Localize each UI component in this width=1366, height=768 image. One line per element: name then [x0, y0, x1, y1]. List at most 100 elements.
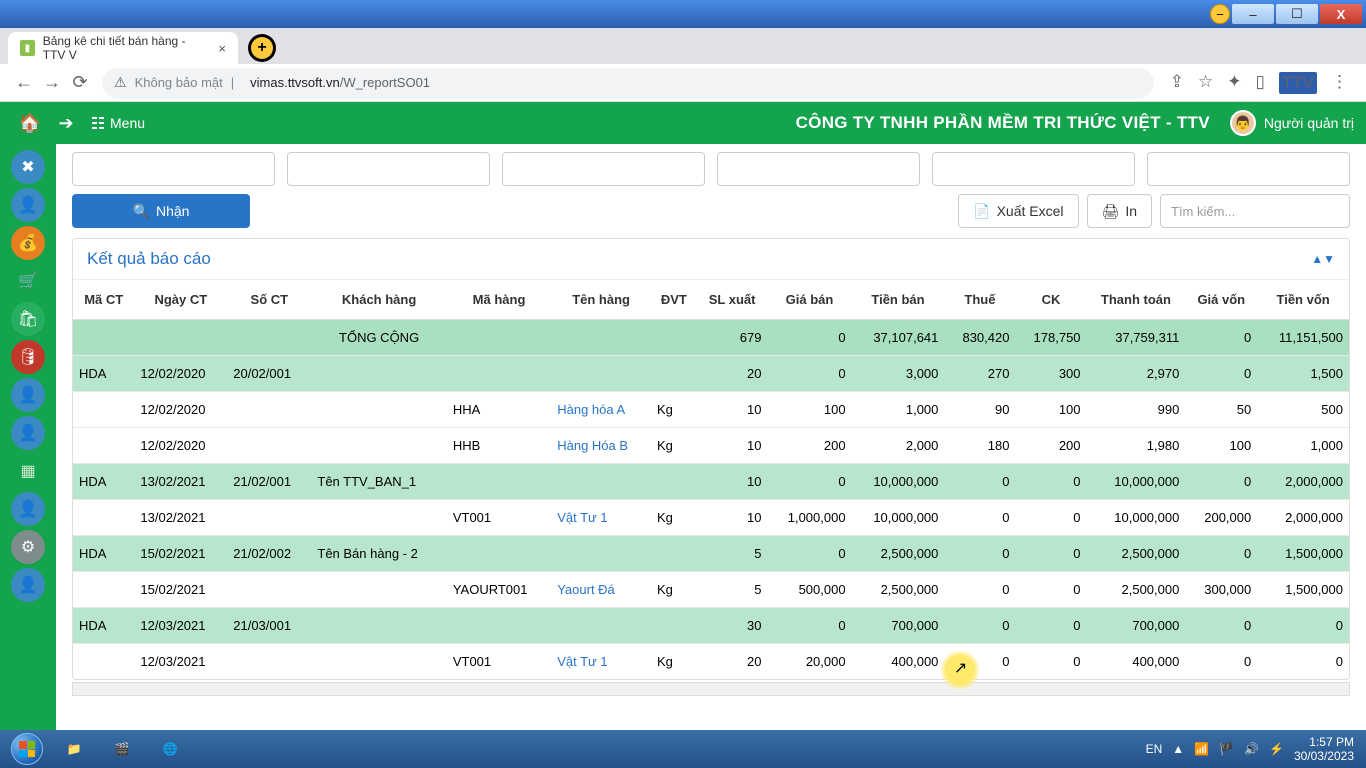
- sidebar-tools-icon[interactable]: ✖: [11, 150, 45, 184]
- home-icon[interactable]: 🏠: [12, 105, 48, 141]
- table-cell: Kg: [651, 428, 697, 464]
- sidebar-person-4-icon[interactable]: 👤: [11, 568, 45, 602]
- col-header[interactable]: Mã CT: [73, 280, 134, 320]
- filter-box-1[interactable]: [72, 152, 275, 186]
- nav-back-button[interactable]: ←: [10, 69, 38, 97]
- table-cell: [447, 464, 551, 500]
- filter-box-5[interactable]: [932, 152, 1135, 186]
- table-cell: 1,980: [1087, 428, 1186, 464]
- sidebar-money-icon[interactable]: 💰: [11, 226, 45, 260]
- item-link[interactable]: Vật Tư 1: [551, 500, 651, 536]
- table-row[interactable]: 12/02/2020HHAHàng hóa AKg101001,00090100…: [73, 392, 1349, 428]
- sidebar-bag-icon[interactable]: 🛍: [11, 302, 45, 336]
- table-cell: [73, 572, 134, 608]
- col-header[interactable]: Thanh toán: [1087, 280, 1186, 320]
- ttv-extension-icon[interactable]: TTV: [1279, 72, 1317, 94]
- tray-up-icon[interactable]: ▲: [1172, 742, 1184, 756]
- horizontal-scrollbar[interactable]: [72, 682, 1350, 696]
- tray-battery-icon[interactable]: ⚡: [1269, 742, 1284, 756]
- user-menu[interactable]: 👨 Người quản trị: [1230, 110, 1354, 136]
- menu-button[interactable]: Menu: [84, 115, 153, 131]
- print-button[interactable]: 🖨 In: [1087, 194, 1152, 228]
- taskbar-explorer-icon[interactable]: 📁: [51, 733, 97, 765]
- sort-icon[interactable]: ▲▼: [1311, 252, 1335, 266]
- nav-reload-button[interactable]: ⟳: [66, 69, 94, 97]
- new-tab-button[interactable]: +: [248, 34, 276, 62]
- start-button[interactable]: [4, 732, 50, 766]
- table-cell: 679: [697, 320, 768, 356]
- sidebar-cart-icon[interactable]: 🛒: [11, 264, 45, 298]
- nav-forward-button[interactable]: →: [38, 69, 66, 97]
- taskbar-app-icon[interactable]: 🎬: [99, 733, 145, 765]
- browser-tab[interactable]: ▮ Bảng kê chi tiết bán hàng - TTV V ×: [8, 32, 238, 64]
- table-cell: 10: [697, 428, 768, 464]
- export-excel-button[interactable]: 📄 Xuất Excel: [958, 194, 1078, 228]
- sidebar-person-2-icon[interactable]: 👤: [11, 416, 45, 450]
- table-cell: Tên TTV_BAN_1: [311, 464, 446, 500]
- filter-box-6[interactable]: [1147, 152, 1350, 186]
- search-input[interactable]: Tìm kiếm...: [1160, 194, 1350, 228]
- extensions-icon[interactable]: ✦: [1227, 72, 1241, 94]
- app-header: 🏠 ➔ Menu CÔNG TY TNHH PHẦN MỀM TRI THỨC …: [0, 102, 1366, 144]
- window-close-button[interactable]: X: [1320, 4, 1362, 24]
- table-row[interactable]: HDA12/02/202020/02/0012003,0002703002,97…: [73, 356, 1349, 392]
- filter-box-4[interactable]: [717, 152, 920, 186]
- sidebar-calendar-icon[interactable]: ▦: [11, 454, 45, 488]
- browser-toolbar: ← → ⟳ ⚠ Không bảo mật | vimas.ttvsoft.vn…: [0, 64, 1366, 102]
- tray-clock[interactable]: 1:57 PM 30/03/2023: [1294, 735, 1354, 763]
- sidebar-person-1-icon[interactable]: 👤: [11, 378, 45, 412]
- table-cell: HDA: [73, 464, 134, 500]
- col-header[interactable]: Khách hàng: [311, 280, 446, 320]
- tray-flag-icon[interactable]: 🏴: [1219, 742, 1234, 756]
- bookmark-icon[interactable]: ☆: [1198, 72, 1213, 94]
- filter-box-3[interactable]: [502, 152, 705, 186]
- tray-volume-icon[interactable]: 🔊: [1244, 742, 1259, 756]
- main-content: 🔍 Nhận 📄 Xuất Excel 🖨 In Tìm kiếm...: [56, 144, 1366, 730]
- col-header[interactable]: Tiền bán: [852, 280, 945, 320]
- item-link[interactable]: Hàng Hóa B: [551, 428, 651, 464]
- col-header[interactable]: SL xuất: [697, 280, 768, 320]
- table-cell: 21/03/001: [227, 608, 311, 644]
- tray-network-icon[interactable]: 📶: [1194, 742, 1209, 756]
- col-header[interactable]: CK: [1015, 280, 1086, 320]
- forward-arrow-icon[interactable]: ➔: [48, 105, 84, 141]
- item-link[interactable]: Hàng hóa A: [551, 392, 651, 428]
- col-header[interactable]: Giá bán: [767, 280, 851, 320]
- tab-close-icon[interactable]: ×: [218, 41, 226, 56]
- share-icon[interactable]: ⇪: [1170, 72, 1184, 94]
- col-header[interactable]: Thuế: [944, 280, 1015, 320]
- item-link[interactable]: Vật Tư 1: [551, 644, 651, 680]
- table-row[interactable]: TỔNG CỘNG679037,107,641830,420178,75037,…: [73, 320, 1349, 356]
- reader-icon[interactable]: ▯: [1256, 72, 1265, 94]
- item-link[interactable]: Yaourt Đá: [551, 572, 651, 608]
- sidebar-gear-icon[interactable]: ⚙: [11, 530, 45, 564]
- col-header[interactable]: ĐVT: [651, 280, 697, 320]
- sidebar-drum-icon[interactable]: 🛢: [11, 340, 45, 374]
- col-header[interactable]: Mã hàng: [447, 280, 551, 320]
- taskbar-chrome-icon[interactable]: 🌐: [147, 733, 193, 765]
- table-row[interactable]: HDA15/02/202121/02/002Tên Bán hàng - 250…: [73, 536, 1349, 572]
- submit-button[interactable]: 🔍 Nhận: [72, 194, 250, 228]
- filter-box-2[interactable]: [287, 152, 490, 186]
- table-row[interactable]: 12/03/2021VT001Vật Tư 1Kg2020,000400,000…: [73, 644, 1349, 680]
- table-row[interactable]: 13/02/2021VT001Vật Tư 1Kg101,000,00010,0…: [73, 500, 1349, 536]
- window-maximize-button[interactable]: ☐: [1276, 4, 1318, 24]
- col-header[interactable]: Số CT: [227, 280, 311, 320]
- tray-lang[interactable]: EN: [1146, 742, 1163, 756]
- menu-icon[interactable]: ⋮: [1331, 72, 1348, 94]
- col-header[interactable]: Giá vốn: [1185, 280, 1257, 320]
- sidebar-user-icon[interactable]: 👤: [11, 188, 45, 222]
- table-cell: Kg: [651, 500, 697, 536]
- col-header[interactable]: Ngày CT: [134, 280, 227, 320]
- address-bar[interactable]: ⚠ Không bảo mật | vimas.ttvsoft.vn/W_rep…: [102, 68, 1154, 98]
- col-header[interactable]: Tiền vốn: [1257, 280, 1349, 320]
- window-minimize-button[interactable]: –: [1232, 4, 1274, 24]
- table-row[interactable]: 12/02/2020HHBHàng Hóa BKg102002,00018020…: [73, 428, 1349, 464]
- window-caution-icon[interactable]: −: [1210, 4, 1230, 24]
- table-row[interactable]: HDA12/03/202121/03/001300700,00000700,00…: [73, 608, 1349, 644]
- table-row[interactable]: 15/02/2021YAOURT001Yaourt ĐáKg5500,0002,…: [73, 572, 1349, 608]
- table-cell: Tên Bán hàng - 2: [311, 536, 446, 572]
- col-header[interactable]: Tên hàng: [551, 280, 651, 320]
- sidebar-person-3-icon[interactable]: 👤: [11, 492, 45, 526]
- table-row[interactable]: HDA13/02/202121/02/001Tên TTV_BAN_110010…: [73, 464, 1349, 500]
